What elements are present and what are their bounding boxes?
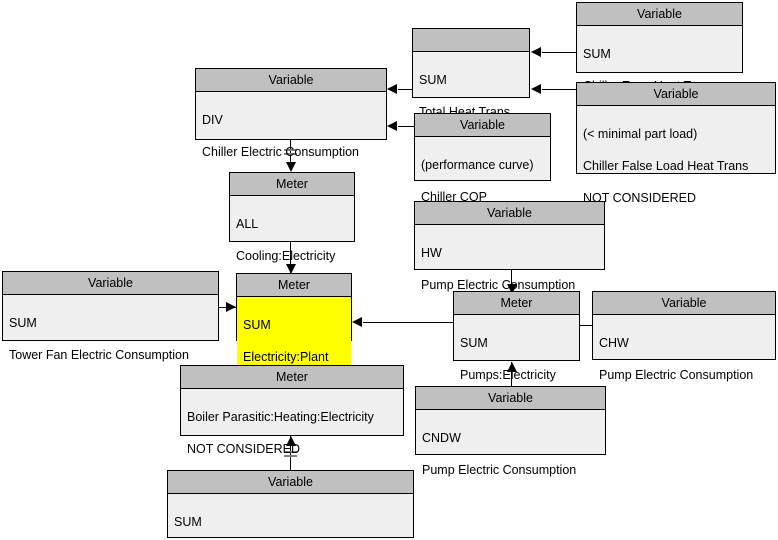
node-body: DIV Chiller Electric Consumption [196, 92, 386, 163]
node-line-1: SUM [419, 73, 447, 87]
node-body: ALL Cooling:Electricity [230, 196, 354, 267]
node-chiller-evap-heat-trans[interactable]: Variable SUM Chiller Evap Heat Trans [576, 2, 743, 93]
node-line-1: CHW [599, 336, 629, 350]
node-line-2: Pump Electric Consumption [421, 278, 576, 292]
node-line-2: Electricity:Plant [243, 350, 329, 364]
node-line-2: NOT CONSIDERED [187, 442, 300, 456]
node-pumps-electricity[interactable]: Meter SUM Pumps:Electricity [453, 291, 580, 382]
node-header: Variable [415, 202, 604, 225]
connector-evap-to-total [542, 52, 576, 53]
node-header: Variable [577, 3, 742, 26]
arrowhead-cop-to-chillerelec [387, 121, 397, 131]
diagram-canvas: Variable SUM Chiller Evap Heat Trans SUM… [0, 0, 778, 540]
node-header: Variable [196, 69, 386, 92]
node-line-2: Cooling:Electricity [236, 249, 336, 263]
node-line-1: (performance curve) [421, 158, 534, 172]
arrowhead-chillerelec-to-cooling [286, 162, 296, 172]
connector-total-to-chillerelec [398, 89, 412, 90]
node-body: (performance curve) Chiller COP [415, 137, 550, 208]
node-tower-fan-electric-consumption[interactable]: Variable SUM Tower Fan Electric Consumpt… [2, 271, 219, 362]
node-line-1: HW [421, 246, 442, 260]
arrowhead-pumps-to-plant [352, 317, 362, 327]
arrowhead-falseload-to-total [531, 84, 541, 94]
node-boiler-parasitic-heating-electricity[interactable]: Meter Boiler Parasitic:Heating:Electrici… [180, 365, 404, 456]
node-chiller-cop[interactable]: Variable (performance curve) Chiller COP [414, 113, 551, 204]
node-body: CNDW Pump Electric Consumption [416, 410, 605, 481]
node-line-2: Pump Electric Consumption [422, 463, 577, 477]
node-line-2: Pump Electric Consumption [599, 368, 754, 382]
node-body: HW Pump Electric Consumption [415, 225, 604, 296]
arrowhead-towerfan-to-plant [226, 302, 236, 312]
node-body: SUM Pumps:Electricity [454, 315, 579, 386]
node-header: Variable [168, 471, 413, 494]
node-electricity-plant[interactable]: Meter SUM Electricity:Plant [236, 273, 352, 368]
node-line-1: SUM [174, 515, 202, 529]
node-header: Meter [237, 274, 351, 297]
node-body: SUM Electricity:Plant [237, 297, 351, 368]
node-body: SUM Tower Fan Electric Consumption [3, 295, 218, 366]
node-header: Meter [230, 173, 354, 196]
node-total-heat-trans[interactable]: SUM Total Heat Trans [412, 28, 530, 119]
connector-cop-to-chillerelec [398, 126, 414, 127]
connector-falseload-to-total [542, 89, 576, 90]
node-chiller-false-load-heat-trans[interactable]: Variable (< minimal part load) Chiller F… [576, 82, 776, 205]
node-line-2: Tower Fan Electric Consumption [9, 348, 189, 362]
node-line-2: Chiller Electric Consumption [202, 145, 360, 159]
node-header: Variable [577, 83, 775, 106]
node-header: Meter [181, 366, 403, 389]
node-cooling-electricity[interactable]: Meter ALL Cooling:Electricity [229, 172, 355, 263]
node-body: Boiler Parasitic:Heating:Electricity NOT… [181, 389, 403, 460]
connector-pumps-to-plant [363, 322, 453, 323]
node-body: SUM Boiler Parasitic Electric Consumptio… [168, 494, 413, 540]
node-line-2: Pumps:Electricity [460, 368, 556, 382]
node-line-1: ALL [236, 217, 259, 231]
node-line-1: SUM [9, 316, 37, 330]
node-body: (< minimal part load) Chiller False Load… [577, 106, 775, 209]
node-line-1: SUM [460, 336, 488, 350]
connector-chwpump-to-pumps [580, 325, 592, 326]
node-body: CHW Pump Electric Consumption [593, 315, 775, 386]
node-header: Variable [416, 387, 605, 410]
node-line-1: SUM [583, 47, 611, 61]
node-line-2: Chiller False Load Heat Trans [583, 159, 749, 173]
node-chw-pump-electric-consumption[interactable]: Variable CHW Pump Electric Consumption [592, 291, 776, 382]
node-hw-pump-electric-consumption[interactable]: Variable HW Pump Electric Consumption [414, 201, 605, 292]
node-header: Variable [593, 292, 775, 315]
node-header: Variable [3, 272, 218, 295]
node-line-1: (< minimal part load) [583, 127, 698, 141]
node-header: Meter [454, 292, 579, 315]
node-boiler-parasitic-electric-consumption[interactable]: Variable SUM Boiler Parasitic Electric C… [167, 470, 414, 538]
node-line-1: Boiler Parasitic:Heating:Electricity [187, 410, 374, 424]
node-cndw-pump-electric-consumption[interactable]: Variable CNDW Pump Electric Consumption [415, 386, 606, 477]
node-header [413, 29, 529, 52]
arrowhead-evap-to-total [531, 47, 541, 57]
arrowhead-total-to-chillerelec [387, 84, 397, 94]
node-line-1: DIV [202, 113, 223, 127]
node-header: Variable [415, 114, 550, 137]
node-chiller-electric-consumption[interactable]: Variable DIV Chiller Electric Consumptio… [195, 68, 387, 159]
node-line-1: CNDW [422, 431, 461, 445]
node-line-1: SUM [243, 318, 271, 332]
